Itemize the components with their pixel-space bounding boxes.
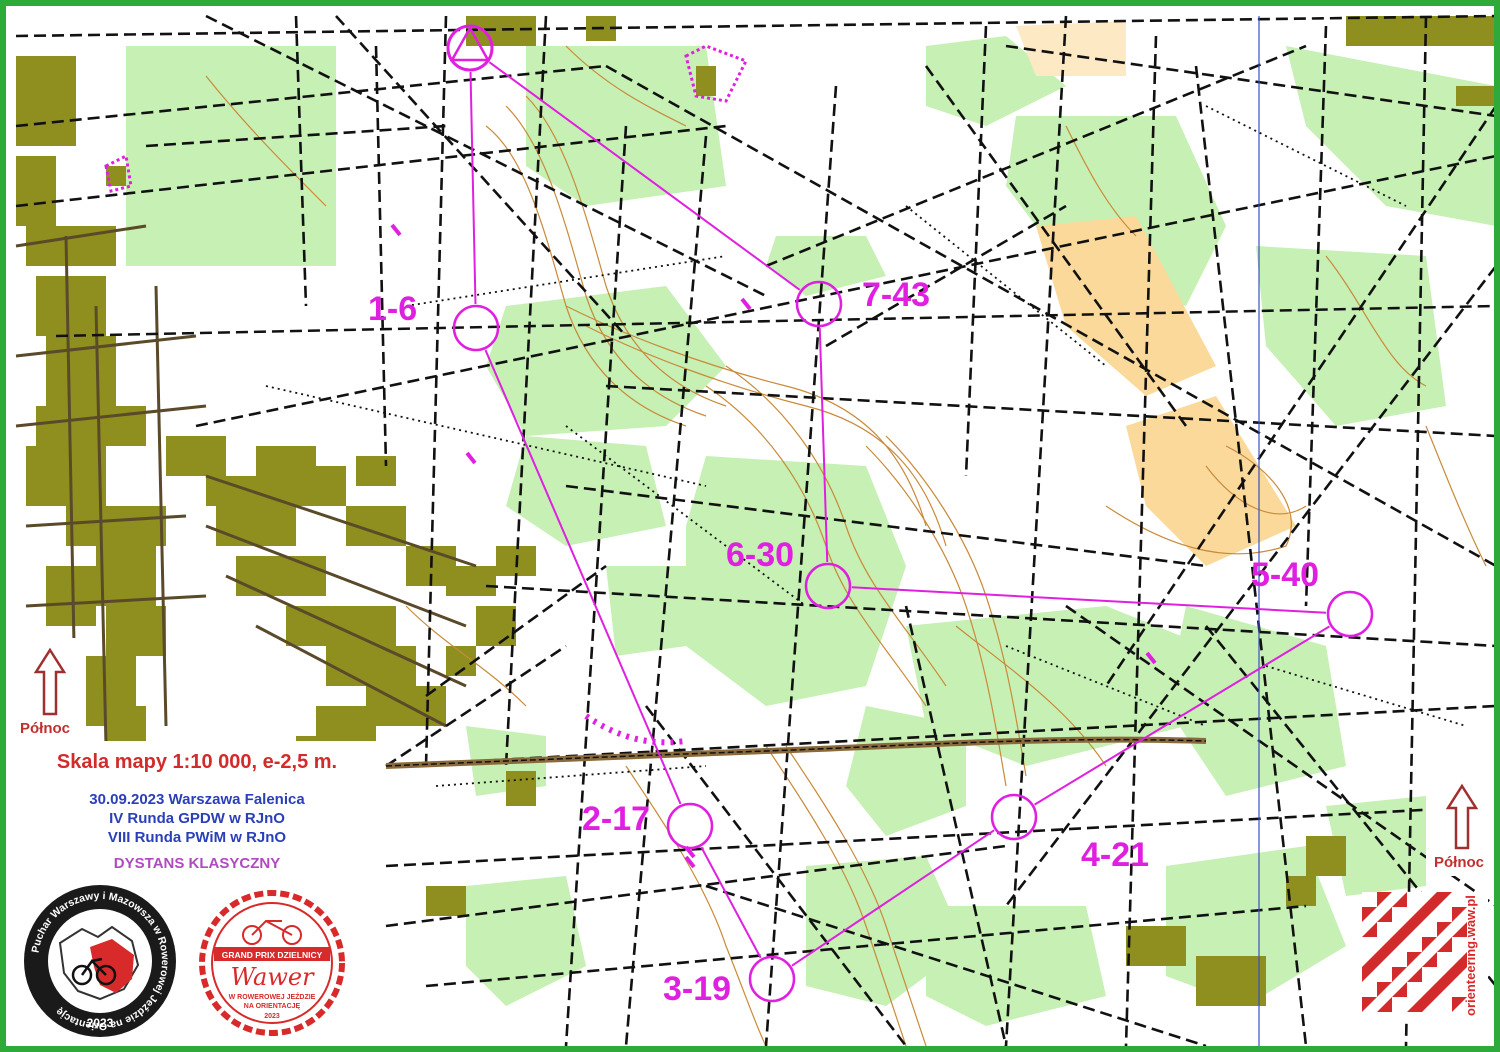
building-block xyxy=(66,506,166,546)
gp-logo-sub1: W ROWEROWEJ JEŹDZIE xyxy=(229,992,316,1001)
course-mark xyxy=(465,451,477,465)
building-block xyxy=(326,646,416,686)
building-block xyxy=(16,156,56,226)
building-block xyxy=(166,436,226,476)
control-label-1: 1-6 xyxy=(368,290,418,328)
building-block xyxy=(1456,86,1494,106)
event-round-pwim: VIII Runda PWiM w RJnO xyxy=(107,829,287,846)
vegetation-patch xyxy=(846,706,966,836)
building-block xyxy=(216,506,296,546)
map-legend: Skala mapy 1:10 000, e-2,5 m. 30.09.2023… xyxy=(14,741,380,1046)
gp-logo-sub2: NA ORIENTACJĘ xyxy=(244,1003,301,1010)
track xyxy=(424,15,448,767)
control-label-6: 6-30 xyxy=(726,536,795,574)
building-block xyxy=(1286,876,1316,906)
building-block xyxy=(106,706,146,746)
gp-logo-year: 2023 xyxy=(264,1013,280,1020)
control-label-2: 2-17 xyxy=(582,800,651,838)
grand-prix-wawer-logo: GRAND PRIX DZIELNICY Wawer W ROWEROWEJ J… xyxy=(199,890,345,1036)
course-leg xyxy=(469,71,477,305)
building-block xyxy=(46,566,96,626)
vegetation-patch xyxy=(686,456,906,706)
control-label-3: 3-19 xyxy=(663,970,732,1008)
control-circle xyxy=(1326,590,1374,638)
building-block xyxy=(506,771,536,806)
gp-logo-name: Wawer xyxy=(230,963,315,991)
course-mark xyxy=(390,223,402,237)
track xyxy=(374,45,388,467)
club-logo-url: orienteering.waw.pl xyxy=(1463,895,1478,1016)
pwim-logo-year: 2023 xyxy=(87,1016,114,1030)
building-block xyxy=(36,406,146,446)
building-block xyxy=(446,566,496,596)
building-block xyxy=(26,446,106,506)
building-block xyxy=(96,546,156,606)
club-logo: orienteering.waw.pl xyxy=(1362,892,1488,1020)
building-block xyxy=(106,166,126,186)
course-mark xyxy=(740,297,752,311)
map-frame: 1-6 2-17 3-19 4-21 5-40 6-30 7-43 Północ… xyxy=(0,0,1500,1052)
building-block xyxy=(1126,926,1186,966)
building-block xyxy=(476,606,516,646)
control-label-7: 7-43 xyxy=(862,276,931,314)
vegetation-patch xyxy=(606,566,686,656)
control-label-4: 4-21 xyxy=(1081,836,1150,874)
building-block xyxy=(306,466,346,506)
building-block xyxy=(696,66,716,96)
control-circle xyxy=(666,802,714,850)
building-block xyxy=(1306,836,1346,876)
course-leg xyxy=(700,846,762,959)
gp-logo-title: GRAND PRIX DZIELNICY xyxy=(222,950,323,960)
control-circle xyxy=(748,955,796,1003)
north-arrow-icon xyxy=(33,647,67,716)
north-arrow-icon xyxy=(1445,783,1479,850)
north-indicator-left: Północ xyxy=(14,638,86,742)
building-block xyxy=(236,556,326,596)
open-land-layer xyxy=(1016,21,1296,566)
open-land-patch xyxy=(1126,396,1296,566)
control-circle xyxy=(990,793,1038,841)
north-label-right: Północ xyxy=(1434,854,1485,871)
building-block xyxy=(1196,956,1266,1006)
north-label-left: Północ xyxy=(20,720,71,737)
building-block xyxy=(1346,16,1494,46)
pwim-logo: Puchar Warszawy i Mazowsza w Rowerowej J… xyxy=(24,885,176,1037)
north-indicator-right: Północ xyxy=(1426,776,1494,876)
vegetation-patch xyxy=(466,876,586,1006)
course-distance: DYSTANS KLASYCZNY xyxy=(113,855,281,872)
building-block xyxy=(356,456,396,486)
control-label-5: 5-40 xyxy=(1251,556,1320,594)
building-block xyxy=(426,886,466,916)
building-block xyxy=(106,606,166,656)
event-round-gpdw: IV Runda GPDW w RJnO xyxy=(109,810,285,827)
map-scale: Skala mapy 1:10 000, e-2,5 m. xyxy=(56,751,338,773)
vegetation-patch xyxy=(1286,46,1494,226)
event-date-place: 30.09.2023 Warszawa Falenica xyxy=(89,791,305,808)
